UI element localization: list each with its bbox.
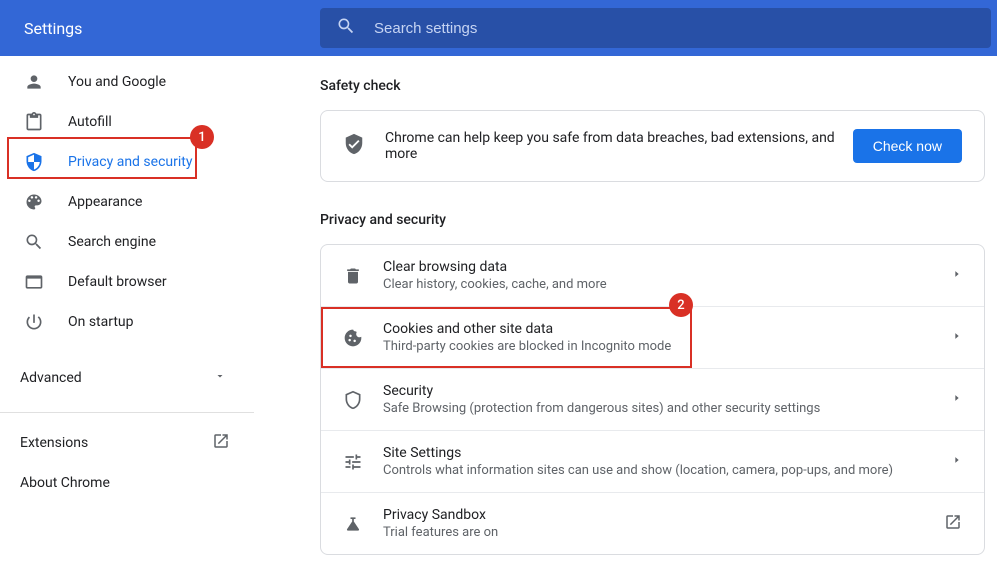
sidebar-item-you-and-google[interactable]: You and Google xyxy=(0,62,254,102)
sidebar-item-label: Autofill xyxy=(68,114,112,130)
safety-check-header: Safety check xyxy=(320,78,985,94)
row-subtitle: Clear history, cookies, cache, and more xyxy=(383,277,952,292)
chevron-right-icon xyxy=(952,268,962,283)
open-in-new-icon xyxy=(212,432,230,454)
row-subtitle: Third-party cookies are blocked in Incog… xyxy=(383,339,952,354)
annotation-badge-2: 2 xyxy=(669,293,693,317)
sidebar-item-label: On startup xyxy=(68,314,134,330)
shield-outline-icon xyxy=(343,390,363,410)
extensions-label: Extensions xyxy=(20,435,88,451)
main-panel: Safety check Chrome can help keep you sa… xyxy=(254,56,997,575)
palette-icon xyxy=(24,192,44,212)
privacy-card: Clear browsing data Clear history, cooki… xyxy=(320,244,985,555)
sidebar-item-default-browser[interactable]: Default browser xyxy=(0,262,254,302)
chevron-right-icon xyxy=(952,454,962,469)
sidebar-item-on-startup[interactable]: On startup xyxy=(0,302,254,342)
sidebar-about-chrome[interactable]: About Chrome xyxy=(0,463,254,503)
advanced-label: Advanced xyxy=(20,370,82,386)
sidebar-extensions[interactable]: Extensions xyxy=(0,423,254,463)
verified-shield-icon xyxy=(343,133,365,159)
row-title: Clear browsing data xyxy=(383,259,952,275)
about-label: About Chrome xyxy=(20,475,110,491)
search-icon xyxy=(24,232,44,252)
shield-icon xyxy=(24,152,44,172)
page-title: Settings xyxy=(0,19,320,38)
flask-icon xyxy=(343,514,363,534)
search-container[interactable] xyxy=(320,8,991,48)
sidebar-divider xyxy=(0,412,254,413)
privacy-security-header: Privacy and security xyxy=(320,212,985,228)
search-icon xyxy=(336,16,356,40)
person-icon xyxy=(24,72,44,92)
annotation-badge-1: 1 xyxy=(190,125,214,149)
safety-message: Chrome can help keep you safe from data … xyxy=(385,130,853,162)
sidebar-item-label: Privacy and security xyxy=(68,154,192,170)
search-input[interactable] xyxy=(374,20,991,37)
row-site-settings[interactable]: Site Settings Controls what information … xyxy=(321,430,984,492)
sidebar-item-privacy-and-security[interactable]: Privacy and security xyxy=(0,142,254,182)
row-title: Cookies and other site data xyxy=(383,321,952,337)
chevron-down-icon xyxy=(214,370,226,386)
sidebar-item-label: Default browser xyxy=(68,274,167,290)
row-cookies-and-site-data[interactable]: 2 Cookies and other site data Third-part… xyxy=(321,306,984,368)
power-icon xyxy=(24,312,44,332)
row-security[interactable]: Security Safe Browsing (protection from … xyxy=(321,368,984,430)
row-title: Security xyxy=(383,383,952,399)
row-subtitle: Controls what information sites can use … xyxy=(383,463,952,478)
open-in-new-icon xyxy=(944,513,962,535)
sidebar-item-search-engine[interactable]: Search engine xyxy=(0,222,254,262)
row-title: Privacy Sandbox xyxy=(383,507,944,523)
cookie-icon xyxy=(343,328,363,348)
sidebar-item-autofill[interactable]: Autofill xyxy=(0,102,254,142)
trash-icon xyxy=(343,266,363,286)
chevron-right-icon xyxy=(952,330,962,345)
row-title: Site Settings xyxy=(383,445,952,461)
safety-check-card: Chrome can help keep you safe from data … xyxy=(320,110,985,182)
sidebar: You and Google Autofill Privacy and secu… xyxy=(0,56,254,575)
check-now-button[interactable]: Check now xyxy=(853,129,962,163)
sidebar-item-appearance[interactable]: Appearance xyxy=(0,182,254,222)
sidebar-item-label: You and Google xyxy=(68,74,166,90)
sidebar-advanced-toggle[interactable]: Advanced xyxy=(0,358,254,398)
row-subtitle: Trial features are on xyxy=(383,525,944,540)
browser-icon xyxy=(24,272,44,292)
clipboard-icon xyxy=(24,112,44,132)
sidebar-item-label: Search engine xyxy=(68,234,156,250)
chevron-right-icon xyxy=(952,392,962,407)
row-subtitle: Safe Browsing (protection from dangerous… xyxy=(383,401,952,416)
top-bar: Settings xyxy=(0,0,997,56)
row-clear-browsing-data[interactable]: Clear browsing data Clear history, cooki… xyxy=(321,245,984,306)
safety-check-row: Chrome can help keep you safe from data … xyxy=(321,111,984,181)
sidebar-item-label: Appearance xyxy=(68,194,142,210)
row-privacy-sandbox[interactable]: Privacy Sandbox Trial features are on xyxy=(321,492,984,554)
tune-icon xyxy=(343,452,363,472)
